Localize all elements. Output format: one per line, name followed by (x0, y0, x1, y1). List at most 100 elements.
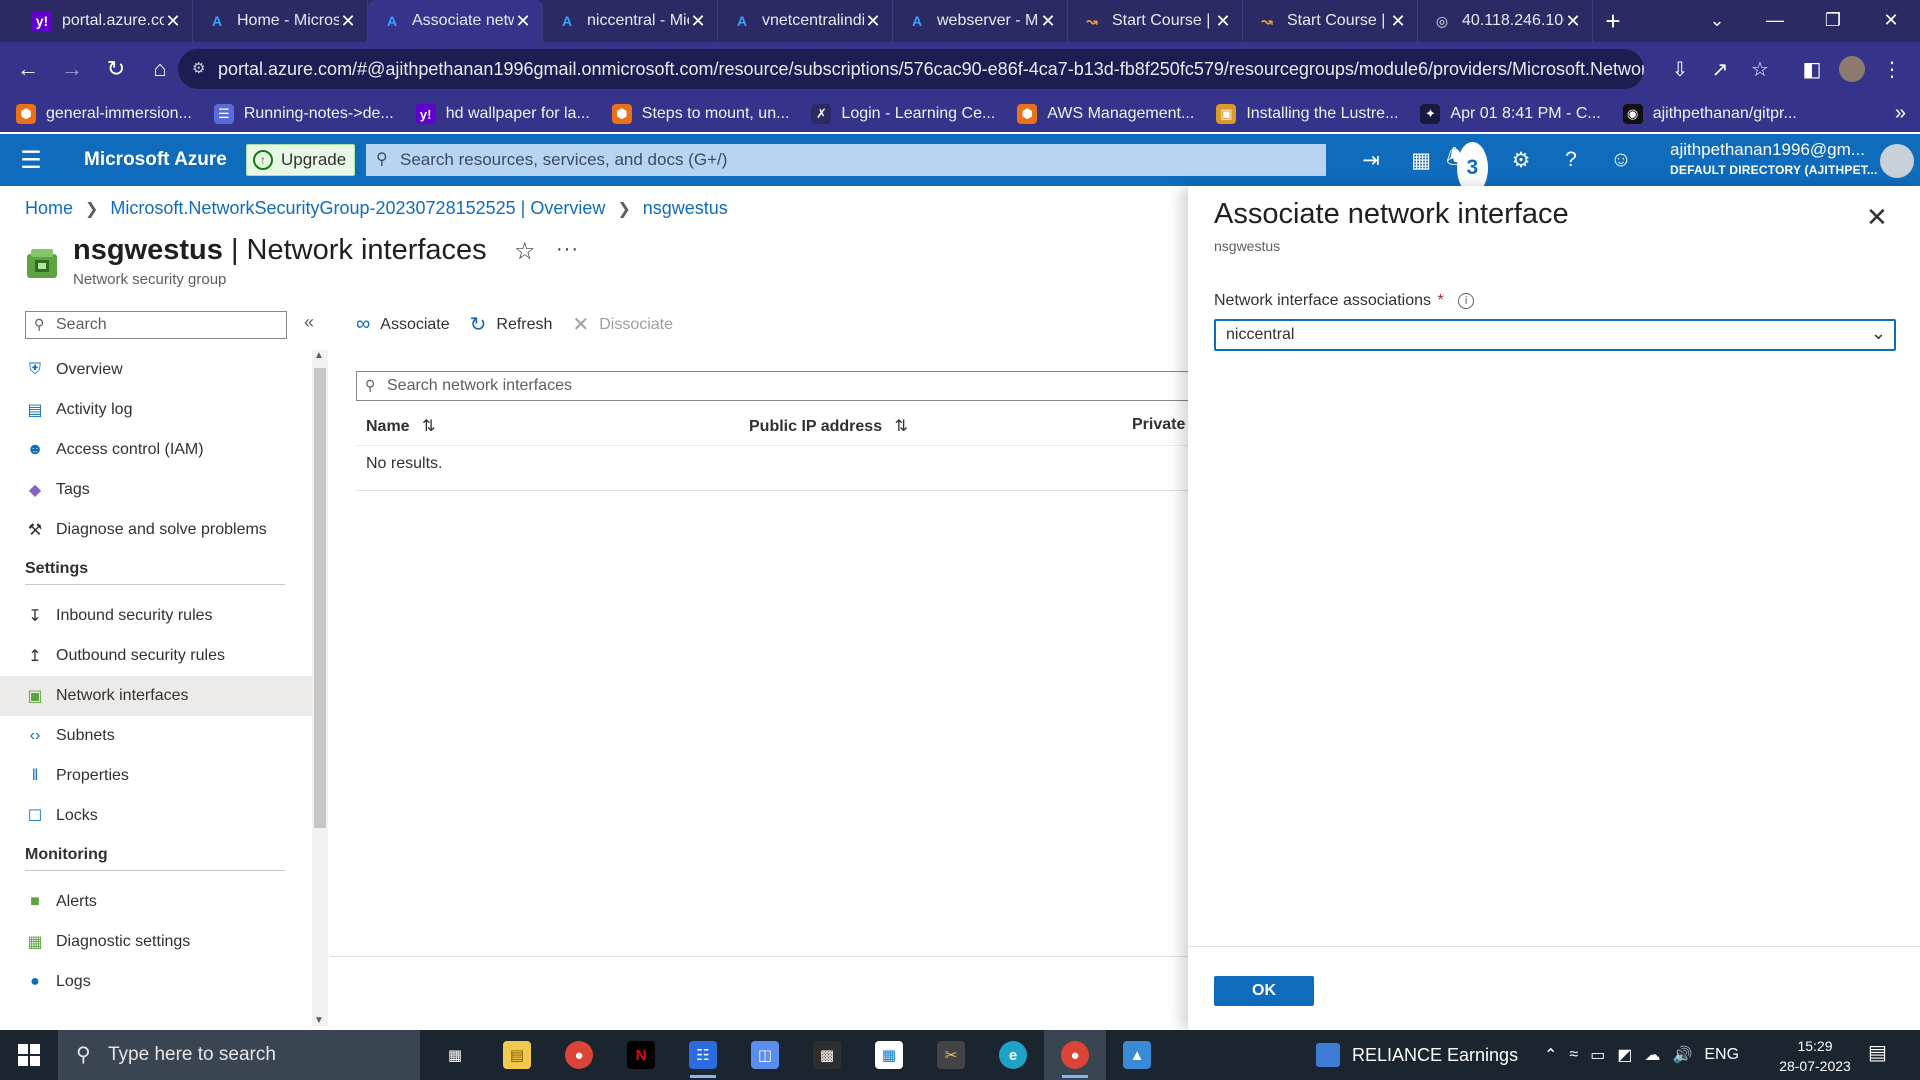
column-private-ip[interactable]: Private I (1132, 416, 1194, 434)
browser-tab[interactable]: Aniccentral - Microsoft✕ (543, 0, 718, 42)
menu-item-outbound-security-rules[interactable]: ↥ Outbound security rules (0, 636, 312, 676)
menu-item-logs[interactable]: ● Logs (0, 962, 312, 1002)
sort-icon[interactable]: ⇅ (422, 418, 435, 435)
cloud-shell-icon[interactable]: ⇥ (1346, 134, 1396, 186)
collapse-menu-icon[interactable]: « (304, 312, 314, 333)
column-public-ip[interactable]: Public IP address ⇅ (749, 416, 908, 436)
close-tab-icon[interactable]: ✕ (864, 11, 882, 32)
side-panel-icon[interactable]: ◧ (1792, 50, 1832, 88)
task-view-icon[interactable]: ▦ (424, 1030, 486, 1080)
close-tab-icon[interactable]: ✕ (339, 11, 357, 32)
home-button[interactable]: ⌂ (140, 49, 180, 89)
bookmark-item[interactable]: ⬢ Steps to mount, un... (611, 104, 789, 124)
menu-item-locks[interactable]: ☐ Locks (0, 796, 312, 836)
upgrade-button[interactable]: ↑ Upgrade (246, 144, 356, 176)
notifications-bell-icon[interactable]: 🕭 3 (1446, 134, 1496, 194)
browser-tab[interactable]: ↝ Start Course | ✕ (1243, 0, 1418, 42)
network-interface-dropdown[interactable]: niccentral ⌄ (1214, 319, 1896, 351)
meet-now-icon[interactable]: ◩ (1617, 1045, 1632, 1065)
menu-item-subnets[interactable]: ‹› Subnets (0, 716, 312, 756)
clock[interactable]: 15:29 28-07-2023 (1770, 1036, 1860, 1076)
breadcrumb-deployment[interactable]: Microsoft.NetworkSecurityGroup-202307281… (110, 198, 605, 219)
close-window-button[interactable]: ✕ (1862, 0, 1920, 40)
language-indicator[interactable]: ENG (1704, 1046, 1739, 1064)
browser-menu-icon[interactable]: ⋮ (1872, 50, 1912, 88)
menu-item-diagnose-and-solve-problems[interactable]: ⚒ Diagnose and solve problems (0, 510, 312, 550)
menu-item-access-control-iam[interactable]: ☻ Access control (IAM) (0, 430, 312, 470)
browser-tab[interactable]: y! portal.azure.com✕ (18, 0, 193, 42)
scroll-down-icon[interactable]: ▼ (314, 1015, 324, 1026)
column-name[interactable]: Name ⇅ (366, 416, 435, 436)
forward-button[interactable]: → (52, 49, 92, 89)
browser-tab[interactable]: A Associate network✕ (368, 0, 543, 42)
taskbar-search-input[interactable]: ⚲ Type here to search (58, 1030, 420, 1080)
share-icon[interactable]: ↗ (1700, 50, 1740, 88)
action-center-icon[interactable]: ▤ (1868, 1040, 1887, 1065)
more-options-icon[interactable]: ··· (556, 238, 579, 261)
site-info-icon[interactable]: ⚙ (192, 59, 205, 77)
close-tab-icon[interactable]: ✕ (164, 11, 182, 32)
menu-item-alerts[interactable]: ■ Alerts (0, 882, 312, 922)
bookmark-item[interactable]: ✗ Login - Learning Ce... (811, 104, 995, 124)
bookmark-item[interactable]: ⬢ general-immersion... (16, 104, 192, 124)
menu-item-properties[interactable]: ‖ Properties (0, 756, 312, 796)
bookmark-star-icon[interactable]: ☆ (1740, 50, 1780, 88)
profile-avatar[interactable] (1832, 50, 1872, 88)
close-tab-icon[interactable]: ✕ (1389, 11, 1407, 32)
edge-icon[interactable]: e (982, 1030, 1044, 1080)
back-button[interactable]: ← (8, 49, 48, 89)
install-icon[interactable]: ⇩ (1660, 50, 1700, 88)
reload-button[interactable]: ↻ (96, 49, 136, 89)
settings-gear-icon[interactable]: ⚙ (1496, 134, 1546, 186)
minimize-button[interactable]: — (1746, 0, 1804, 40)
info-icon[interactable]: i (1458, 292, 1475, 309)
menu-item-activity-log[interactable]: ▤ Activity log (0, 390, 312, 430)
menu-item-diagnostic-settings[interactable]: ▦ Diagnostic settings (0, 922, 312, 962)
associate-button[interactable]: ∞ Associate (356, 313, 450, 336)
scroll-up-icon[interactable]: ▲ (314, 350, 324, 361)
network-interface-search-input[interactable]: ⚲ Search network interfaces (356, 371, 1192, 401)
menu-item-inbound-security-rules[interactable]: ↧ Inbound security rules (0, 596, 312, 636)
close-icon[interactable]: ✕ (1866, 202, 1888, 233)
scrollbar-thumb[interactable] (314, 368, 326, 828)
chrome-icon[interactable]: ● (548, 1030, 610, 1080)
breadcrumb-home[interactable]: Home (25, 198, 73, 219)
browser-tab[interactable]: Awebserver - Microsoft✕ (893, 0, 1068, 42)
close-tab-icon[interactable]: ✕ (1039, 11, 1057, 32)
network-app-icon[interactable]: ☷ (672, 1030, 734, 1080)
global-search-input[interactable]: ⚲ Search resources, services, and docs (… (366, 144, 1326, 176)
chrome-active-icon[interactable]: ● (1044, 1030, 1106, 1080)
restore-button[interactable]: ❐ (1804, 0, 1862, 40)
terminal-app-icon[interactable]: ▩ (796, 1030, 858, 1080)
portal-menu-icon[interactable]: ☰ (0, 134, 62, 186)
dissociate-button[interactable]: ✕ Dissociate (572, 312, 673, 337)
bookmark-item[interactable]: y! hd wallpaper for la... (415, 104, 590, 124)
browser-tab[interactable]: A Home - Microsoft Azure✕ (193, 0, 368, 42)
sort-icon[interactable]: ⇅ (895, 418, 908, 435)
photos-icon[interactable]: ▲ (1106, 1030, 1168, 1080)
ok-button[interactable]: OK (1214, 976, 1314, 1006)
account-avatar[interactable] (1880, 144, 1914, 178)
snipping-tool-icon[interactable]: ✂ (920, 1030, 982, 1080)
bookmark-item[interactable]: ✦ Apr 01 8:41 PM - C... (1420, 104, 1601, 124)
menu-item-tags[interactable]: ◆ Tags (0, 470, 312, 510)
show-hidden-icons-icon[interactable]: ⌃ (1544, 1045, 1557, 1065)
bookmark-item[interactable]: ☰ Running-notes->de... (213, 104, 394, 124)
remote-desktop-icon[interactable]: ◫ (734, 1030, 796, 1080)
help-icon[interactable]: ? (1546, 134, 1596, 186)
netflix-icon[interactable]: N (610, 1030, 672, 1080)
onedrive-icon[interactable]: ☁ (1644, 1045, 1660, 1065)
file-explorer-icon[interactable]: ▤ (486, 1030, 548, 1080)
url-bar[interactable]: ⚙ portal.azure.com/#@ajithpethanan1996gm… (178, 49, 1644, 89)
account-menu[interactable]: ajithpethanan1996@gm... DEFAULT DIRECTOR… (1670, 140, 1878, 180)
start-button[interactable] (0, 1030, 58, 1080)
browser-tab[interactable]: ↝ Start Course | ✕ (1068, 0, 1243, 42)
tab-search-icon[interactable]: ⌄ (1688, 0, 1746, 40)
bookmark-item[interactable]: ⬢ AWS Management... (1017, 104, 1194, 124)
close-tab-icon[interactable]: ✕ (1214, 11, 1232, 32)
new-tab-button[interactable]: + (1593, 0, 1633, 42)
menu-search-input[interactable]: ⚲ Search (25, 311, 287, 339)
close-tab-icon[interactable]: ✕ (689, 11, 707, 32)
close-tab-icon[interactable]: ✕ (514, 11, 532, 32)
bookmark-item[interactable]: ▣ Installing the Lustre... (1216, 104, 1398, 124)
